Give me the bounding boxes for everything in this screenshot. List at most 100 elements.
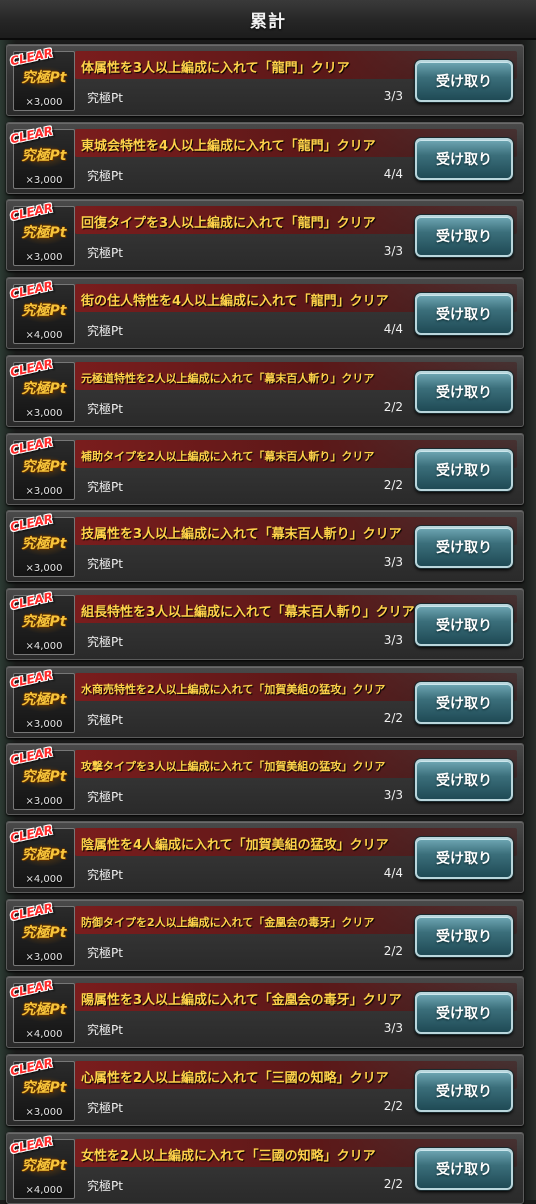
mission-title: 東城会特性を4人以上編成に入れて「龍門」クリア bbox=[81, 138, 376, 154]
claim-button[interactable]: 受け取り bbox=[415, 759, 513, 802]
reward-icon: CLEAR 究極Pt ×3,000 bbox=[9, 46, 75, 111]
mission-progress: 3/3 bbox=[383, 632, 403, 647]
mission-title: 元極道特性を2人以上編成に入れて「幕末百人斬り」クリア bbox=[81, 371, 375, 385]
mission-row: CLEAR 究極Pt ×3,000 東城会特性を4人以上編成に入れて「龍門」クリア 究極… bbox=[6, 121, 524, 194]
claim-button[interactable]: 受け取り bbox=[415, 60, 513, 102]
mission-row: CLEAR 究極Pt ×3,000 技属性を3人以上編成に入れて「幕末百人斬り」クリア… bbox=[6, 510, 524, 583]
mission-row: CLEAR 究極Pt ×3,000 防御タイプを2人以上編成に入れて「金凰会の毒牙」ク… bbox=[6, 898, 524, 971]
mission-title: 女性を2人以上編成に入れて「三國の知略」クリア bbox=[81, 1148, 376, 1164]
reward-icon: CLEAR 究極Pt ×3,000 bbox=[9, 745, 75, 811]
claim-button[interactable]: 受け取り bbox=[415, 370, 513, 413]
ultimate-pt-emblem-icon: 究極Pt bbox=[20, 143, 68, 168]
mission-progress: 2/2 bbox=[383, 943, 403, 958]
mission-title: 補助タイプを2人以上編成に入れて「幕末百人斬り」クリア bbox=[81, 449, 375, 463]
reward-name: 究極Pt bbox=[87, 1023, 123, 1038]
mission-title: 技属性を3人以上編成に入れて「幕末百人斬り」クリア bbox=[81, 527, 402, 543]
clear-stamp: CLEAR bbox=[9, 1133, 55, 1157]
mission-row: CLEAR 究極Pt ×4,000 陰属性を4人編成に入れて「加賀美組の猛攻」クリア究… bbox=[6, 821, 524, 893]
mission-progress: 2/2 bbox=[383, 399, 403, 414]
claim-button[interactable]: 受け取り bbox=[415, 914, 513, 957]
clear-stamp: CLEAR bbox=[9, 822, 55, 846]
mission-progress: 2/2 bbox=[383, 1176, 403, 1191]
reward-name: 究極Pt bbox=[87, 479, 123, 494]
page-title: 累計 bbox=[250, 11, 286, 32]
mission-title: 体属性を3人以上編成に入れて「龍門」クリア bbox=[81, 61, 350, 76]
reward-name: 究極Pt bbox=[87, 324, 123, 339]
mission-progress: 4/4 bbox=[383, 866, 403, 880]
ultimate-pt-emblem-icon: 究極Pt bbox=[20, 1076, 68, 1101]
mission-row: CLEAR 究極Pt ×3,000 体属性を3人以上編成に入れて「龍門」クリア究極Pt… bbox=[6, 44, 524, 116]
ultimate-pt-emblem-icon: 究極Pt bbox=[20, 998, 68, 1023]
reward-icon: CLEAR 究極Pt ×4,000 bbox=[9, 823, 75, 888]
mission-progress: 3/3 bbox=[383, 555, 403, 570]
reward-quantity: ×3,000 bbox=[25, 1107, 63, 1119]
reward-name: 究極Pt bbox=[87, 712, 123, 727]
clear-stamp: CLEAR bbox=[9, 511, 55, 535]
reward-icon: CLEAR 究極Pt ×3,000 bbox=[9, 900, 75, 966]
mission-row: CLEAR 究極Pt ×4,000 陽属性を3人以上編成に入れて「金凰会の毒牙」クリア… bbox=[6, 976, 524, 1049]
reward-icon: CLEAR 究極Pt ×3,000 bbox=[9, 123, 75, 189]
reward-icon: CLEAR 究極Pt ×3,000 bbox=[9, 667, 75, 733]
mission-title: 組長特性を3人以上編成に入れて「幕末百人斬り」クリア bbox=[81, 604, 415, 620]
reward-quantity: ×3,000 bbox=[25, 485, 63, 497]
mission-progress: 2/2 bbox=[383, 1099, 403, 1114]
reward-quantity: ×4,000 bbox=[25, 1029, 63, 1041]
mission-title: 回復タイプを3人以上編成に入れて「龍門」クリア bbox=[81, 216, 376, 232]
ultimate-pt-emblem-icon: 究極Pt bbox=[20, 532, 68, 557]
claim-button[interactable]: 受け取り bbox=[415, 1147, 513, 1190]
reward-quantity: ×3,000 bbox=[25, 252, 63, 264]
claim-button[interactable]: 受け取り bbox=[415, 137, 513, 180]
ultimate-pt-emblem-icon: 究極Pt bbox=[20, 609, 68, 634]
claim-button[interactable]: 受け取り bbox=[415, 526, 513, 569]
reward-name: 究極Pt bbox=[87, 246, 123, 261]
reward-quantity: ×4,000 bbox=[25, 1184, 63, 1196]
claim-button[interactable]: 受け取り bbox=[415, 293, 513, 336]
mission-row: CLEAR 究極Pt ×3,000 心属性を2人以上編成に入れて「三國の知略」クリア究… bbox=[6, 1054, 524, 1127]
mission-row: CLEAR 究極Pt ×3,000 元極道特性を2人以上編成に入れて「幕末百人斬り」ク… bbox=[6, 354, 524, 427]
reward-name: 究極Pt bbox=[87, 557, 123, 572]
claim-button[interactable]: 受け取り bbox=[415, 603, 513, 646]
clear-stamp: CLEAR bbox=[9, 278, 55, 302]
reward-name: 究極Pt bbox=[87, 945, 123, 960]
claim-button[interactable]: 受け取り bbox=[415, 681, 513, 724]
reward-name: 究極Pt bbox=[87, 868, 123, 882]
mission-title: 防御タイプを2人以上編成に入れて「金凰会の毒牙」クリア bbox=[81, 915, 375, 929]
claim-button[interactable]: 受け取り bbox=[415, 215, 513, 258]
mission-row: CLEAR 究極Pt ×4,000 街の住人特性を4人以上編成に入れて「龍門」クリア究… bbox=[6, 277, 524, 350]
mission-row: CLEAR 究極Pt ×4,000 組長特性を3人以上編成に入れて「幕末百人斬り」クリ… bbox=[6, 587, 524, 660]
ultimate-pt-emblem-icon: 究極Pt bbox=[20, 376, 68, 401]
ultimate-pt-emblem-icon: 究極Pt bbox=[20, 299, 68, 324]
clear-stamp: CLEAR bbox=[9, 356, 55, 380]
claim-button[interactable]: 受け取り bbox=[415, 992, 513, 1035]
reward-quantity: ×3,000 bbox=[25, 97, 63, 108]
reward-quantity: ×4,000 bbox=[25, 640, 63, 652]
reward-icon: CLEAR 究極Pt ×4,000 bbox=[9, 978, 75, 1044]
reward-name: 究極Pt bbox=[87, 1101, 123, 1116]
reward-quantity: ×3,000 bbox=[25, 174, 63, 186]
ultimate-pt-emblem-icon: 究極Pt bbox=[20, 454, 68, 479]
reward-icon: CLEAR 究極Pt ×3,000 bbox=[9, 1056, 75, 1122]
clear-stamp: CLEAR bbox=[9, 201, 55, 224]
mission-title: 水商売特性を2人以上編成に入れて「加賀美組の猛攻」クリア bbox=[81, 682, 386, 696]
reward-name: 究極Pt bbox=[87, 91, 123, 105]
clear-stamp: CLEAR bbox=[9, 744, 55, 768]
mission-progress: 4/4 bbox=[383, 322, 403, 337]
mission-progress: 3/3 bbox=[383, 244, 403, 259]
clear-stamp: CLEAR bbox=[9, 434, 55, 457]
ultimate-pt-emblem-icon: 究極Pt bbox=[20, 1153, 68, 1178]
claim-button[interactable]: 受け取り bbox=[415, 448, 513, 491]
mission-progress: 4/4 bbox=[383, 166, 403, 181]
reward-icon: CLEAR 究極Pt ×3,000 bbox=[9, 434, 75, 500]
mission-row: CLEAR 究極Pt ×4,000 女性を2人以上編成に入れて「三國の知略」クリア 究極… bbox=[6, 1131, 524, 1204]
ultimate-pt-emblem-icon: 究極Pt bbox=[20, 765, 68, 790]
claim-button[interactable]: 受け取り bbox=[415, 1070, 513, 1113]
mission-title: 街の住人特性を4人以上編成に入れて「龍門」クリア bbox=[81, 294, 389, 310]
mission-progress: 3/3 bbox=[383, 89, 403, 103]
mission-row: CLEAR 究極Pt ×3,000 回復タイプを3人以上編成に入れて「龍門」クリア 究極… bbox=[6, 199, 524, 272]
reward-icon: CLEAR 究極Pt ×4,000 bbox=[9, 590, 75, 655]
reward-name: 究極Pt bbox=[87, 1178, 123, 1193]
reward-name: 究極Pt bbox=[87, 401, 123, 416]
claim-button[interactable]: 受け取り bbox=[415, 837, 513, 879]
clear-stamp: CLEAR bbox=[9, 978, 55, 1001]
clear-stamp: CLEAR bbox=[9, 45, 55, 69]
